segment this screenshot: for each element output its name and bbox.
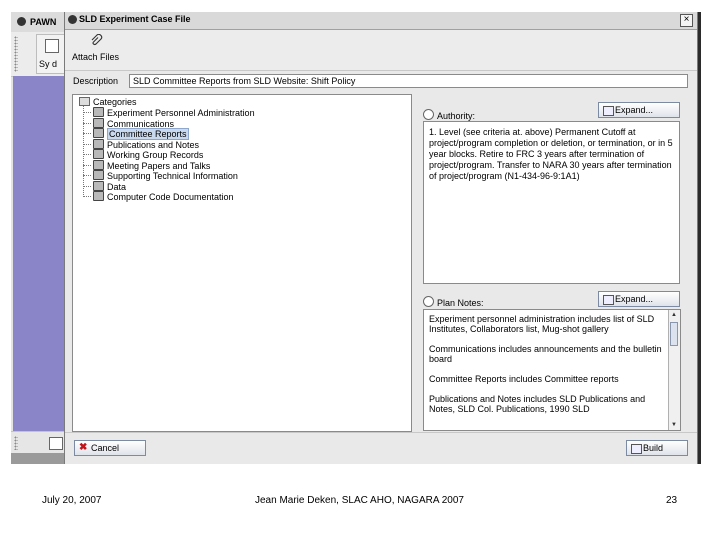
tree-item-label: Computer Code Documentation (107, 192, 234, 202)
background-tool-label: Sy d (39, 59, 58, 69)
build-button[interactable]: Build (626, 440, 688, 456)
tree-item[interactable]: Meeting Papers and Talks (83, 159, 211, 171)
background-app-statusbar (11, 453, 65, 464)
background-app-titlebar: PAWN (11, 12, 65, 33)
background-app-sidebar (13, 76, 65, 431)
toolbar-grip[interactable] (14, 436, 18, 450)
tree-item-label: Data (107, 181, 127, 192)
attach-files-label: Attach Files (72, 52, 120, 62)
category-icon (93, 117, 104, 128)
category-icon (93, 149, 104, 159)
footer-page-number: 23 (666, 495, 678, 506)
category-icon (93, 159, 104, 170)
toolbar-grip[interactable] (14, 36, 18, 72)
window-edge (698, 12, 701, 464)
authority-expand-button[interactable]: Expand... (598, 102, 680, 118)
expand-icon (603, 106, 614, 116)
category-icon (93, 128, 104, 138)
plan-note-paragraph: Publications and Notes includes SLD Publ… (429, 394, 646, 414)
description-label: Description (73, 76, 119, 86)
category-icon (93, 107, 104, 117)
document-icon[interactable] (49, 437, 63, 450)
plan-notes-scrollbar[interactable]: ▲ ▼ (668, 310, 680, 430)
authority-text[interactable]: 1. Level (see criteria at. above) Perman… (423, 121, 680, 284)
tree-item-selected[interactable]: Committee Reports (83, 128, 189, 140)
plan-notes-expand-button[interactable]: Expand... (598, 291, 680, 307)
tree-item-label: Communications (107, 118, 175, 129)
folder-icon (79, 97, 90, 106)
dialog-toolbar: Attach Files (65, 30, 697, 71)
category-icon (93, 180, 104, 191)
scroll-thumb[interactable] (670, 322, 678, 346)
app-icon (17, 17, 26, 26)
description-field[interactable]: SLD Committee Reports from SLD Website: … (129, 74, 688, 88)
authority-label: Authority: (423, 109, 475, 121)
expand-icon (603, 295, 614, 305)
dialog-title: SLD Experiment Case File (79, 14, 191, 24)
tree-item-label: Meeting Papers and Talks (107, 160, 211, 171)
tree-item[interactable]: Communications (83, 117, 175, 129)
notes-icon (423, 296, 434, 307)
tree-root-label: Categories (93, 97, 137, 107)
tree-item[interactable]: Supporting Technical Information (83, 170, 238, 181)
tree-item[interactable]: Experiment Personnel Administration (83, 107, 255, 118)
tree-item-label: Working Group Records (107, 150, 204, 160)
paperclip-icon (91, 34, 103, 46)
plan-note-paragraph: Communications includes announcements an… (429, 344, 662, 364)
plan-notes-text[interactable]: Experiment personnel administration incl… (423, 309, 681, 431)
close-button[interactable]: × (680, 14, 693, 27)
plan-note-paragraph: Committee Reports includes Committee rep… (429, 374, 619, 384)
tree-item[interactable]: Working Group Records (83, 149, 203, 160)
attach-files-button[interactable]: Attach Files (68, 30, 126, 68)
cancel-x-icon: ✖ (79, 442, 88, 453)
dialog-titlebar: SLD Experiment Case File × (65, 12, 697, 30)
footer-date: July 20, 2007 (42, 495, 102, 506)
category-icon (93, 170, 104, 180)
tree-item-label: Publications and Notes (107, 139, 200, 150)
category-icon (93, 138, 104, 149)
footer-author: Jean Marie Deken, SLAC AHO, NAGARA 2007 (255, 495, 464, 506)
scroll-up-icon[interactable]: ▲ (670, 311, 678, 319)
document-icon (45, 39, 59, 53)
plan-note-paragraph: Experiment personnel administration incl… (429, 314, 655, 334)
tree-item[interactable]: Data (83, 180, 127, 192)
dialog-button-bar (65, 432, 697, 464)
app-icon (68, 15, 77, 24)
tree-item[interactable]: Computer Code Documentation (83, 191, 234, 202)
background-app-bottom-toolbar (11, 431, 65, 454)
tree-item[interactable]: Publications and Notes (83, 138, 200, 150)
plan-notes-label: Plan Notes: (423, 296, 484, 308)
tree-item-label: Supporting Technical Information (107, 171, 238, 181)
authority-icon (423, 109, 434, 120)
category-tree[interactable]: Categories Experiment Personnel Administ… (72, 94, 412, 432)
category-icon (93, 191, 104, 201)
background-app-toolbar: Sy d (11, 32, 66, 77)
tree-item-label: Experiment Personnel Administration (107, 108, 255, 118)
background-tool-button[interactable]: Sy d (36, 34, 66, 74)
cancel-button[interactable]: ✖ Cancel (74, 440, 146, 456)
background-app-title: PAWN (30, 17, 57, 27)
scroll-down-icon[interactable]: ▼ (670, 421, 678, 429)
build-icon (631, 444, 642, 454)
